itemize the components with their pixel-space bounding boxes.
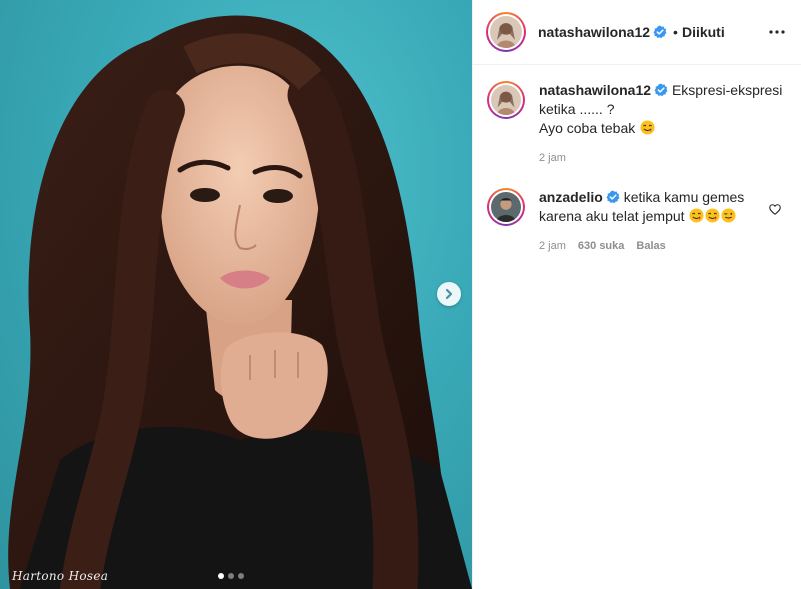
verified-badge-icon [606,190,620,204]
commenter-avatar-image [491,192,521,222]
more-options-button[interactable] [765,20,789,44]
post-details-panel: natashawilona12 • Diikuti natashawilona1… [472,0,801,589]
carousel-dot [238,573,244,579]
comment-timestamp[interactable]: 2 jam [539,237,566,256]
caption-text-line2: Ayo coba tebak [539,120,636,136]
heart-outline-icon [769,204,781,215]
face-savoring-food-emoji-icon [640,120,655,135]
commenter-avatar[interactable] [487,188,525,226]
chevron-right-icon [445,288,453,300]
winking-tongue-face-emoji-icon [721,208,736,223]
post-header: natashawilona12 • Diikuti [473,0,801,65]
comment-item: anzadelio ketika kamu gemes karena aku t… [487,188,789,256]
caption-username[interactable]: natashawilona12 [539,82,651,98]
caption-avatar-image [491,85,521,115]
reply-button[interactable]: Balas [636,237,665,256]
more-options-icon [769,30,785,34]
verified-badge-icon [653,25,667,39]
carousel-indicator [218,573,472,579]
author-avatar-image [490,16,522,48]
follow-button[interactable]: Diikuti [682,24,725,40]
caption-timestamp[interactable]: 2 jam [539,149,566,168]
carousel-dot [218,573,224,579]
author-avatar[interactable] [486,12,526,52]
comment-like-button[interactable] [769,202,781,220]
commenter-username[interactable]: anzadelio [539,189,603,205]
post-photo[interactable]: Hartono Hosea [0,0,472,589]
carousel-dot [228,573,234,579]
author-username[interactable]: natashawilona12 [538,24,650,40]
face-savoring-food-emoji-icon [689,208,704,223]
portrait-image [8,15,472,589]
comment-likes[interactable]: 630 suka [578,237,624,256]
header-separator: • [673,24,678,40]
caption: natashawilona12 Ekspresi-ekspresi ketika… [487,81,789,168]
comments-section: natashawilona12 Ekspresi-ekspresi ketika… [473,65,801,256]
caption-avatar[interactable] [487,81,525,119]
verified-badge-icon [654,83,668,97]
face-savoring-food-emoji-icon [705,208,720,223]
next-slide-button[interactable] [437,282,461,306]
photographer-watermark: Hartono Hosea [12,569,109,583]
